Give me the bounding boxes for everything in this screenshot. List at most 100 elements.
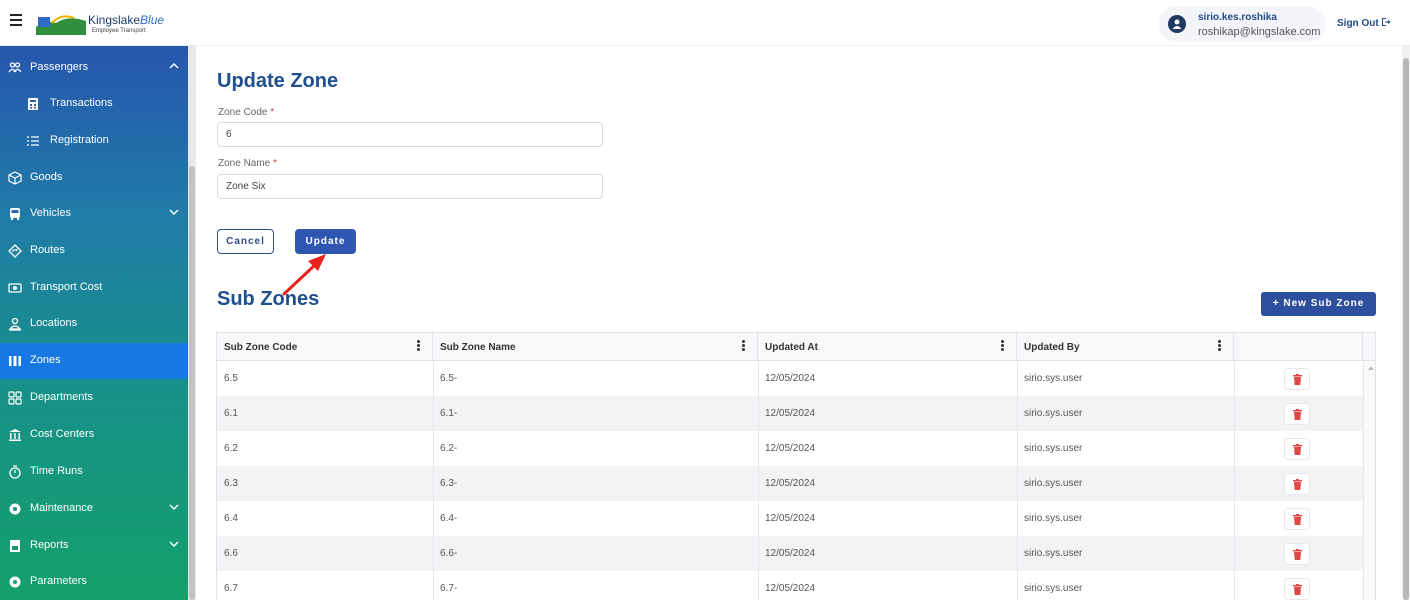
cell-updated-at: 12/05/2024 xyxy=(765,583,816,594)
sidebar-item-vehicles[interactable]: Vehicles xyxy=(0,196,188,232)
logo-text: KingslakeBlue xyxy=(88,13,165,27)
table-scrollbar[interactable] xyxy=(1363,361,1375,600)
zone-code-label: Zone Code * xyxy=(218,107,275,118)
sidebar-item-routes[interactable]: Routes xyxy=(0,233,188,269)
delete-button[interactable] xyxy=(1284,368,1310,390)
column-menu-icon[interactable] xyxy=(742,340,745,352)
sign-out-link[interactable]: Sign Out xyxy=(1337,17,1391,29)
page-scrollbar-thumb[interactable] xyxy=(1403,58,1409,600)
sidebar-item-locations[interactable]: Locations xyxy=(0,306,188,342)
sign-out-label: Sign Out xyxy=(1337,18,1379,29)
zone-code-field[interactable] xyxy=(217,122,603,147)
cell-sub-zone-name: 6.4- xyxy=(440,513,458,524)
chevron-up-icon[interactable] xyxy=(168,60,180,72)
delete-button[interactable] xyxy=(1284,403,1310,425)
sidebar-scrollbar[interactable] xyxy=(188,46,196,600)
delete-button[interactable] xyxy=(1284,578,1310,600)
trash-icon xyxy=(1293,409,1302,420)
sidebar-item-label: Passengers xyxy=(30,61,89,73)
money-icon xyxy=(8,283,22,293)
box-icon xyxy=(8,171,22,185)
sub-zones-table: Sub Zone Code Sub Zone Name Updated At U… xyxy=(216,332,1376,600)
sidebar-item-label: Vehicles xyxy=(30,207,71,219)
sidebar-item-cost-centers[interactable]: Cost Centers xyxy=(0,417,188,453)
cell-sub-zone-code: 6.2 xyxy=(224,443,238,454)
calculator-icon xyxy=(28,98,38,110)
table-row[interactable]: 6.6 6.6- 12/05/2024 sirio.sys.user xyxy=(217,536,1363,571)
table-row[interactable]: 6.5 6.5- 12/05/2024 sirio.sys.user xyxy=(217,361,1363,396)
required-mark: * xyxy=(270,107,275,118)
sidebar-item-departments[interactable]: Departments xyxy=(0,380,188,416)
table-row[interactable]: 6.2 6.2- 12/05/2024 sirio.sys.user xyxy=(217,431,1363,466)
column-header-sub-zone-name[interactable]: Sub Zone Name xyxy=(433,333,758,361)
cell-sub-zone-name: 6.5- xyxy=(440,373,458,384)
required-mark: * xyxy=(273,158,277,169)
sidebar-item-goods[interactable]: Goods xyxy=(0,160,188,196)
table-row[interactable]: 6.1 6.1- 12/05/2024 sirio.sys.user xyxy=(217,396,1363,431)
cell-updated-by: sirio.sys.user xyxy=(1024,548,1083,559)
cell-updated-at: 12/05/2024 xyxy=(765,478,816,489)
sidebar-item-zones[interactable]: Zones xyxy=(0,343,188,379)
delete-button[interactable] xyxy=(1284,473,1310,495)
sidebar-item-maintenance[interactable]: Maintenance xyxy=(0,491,188,527)
trash-icon xyxy=(1293,479,1302,490)
scroll-up-icon[interactable] xyxy=(1368,366,1374,370)
app-logo[interactable]: KingslakeBlue Employee Transport xyxy=(36,8,172,40)
sidebar-item-label: Cost Centers xyxy=(30,428,95,440)
sign-out-icon xyxy=(1382,18,1391,26)
sidebar-item-reports[interactable]: Reports xyxy=(0,528,188,564)
table-row[interactable]: 6.7 6.7- 12/05/2024 sirio.sys.user xyxy=(217,571,1363,600)
zone-name-label: Zone Name * xyxy=(218,158,277,169)
cell-sub-zone-name: 6.2- xyxy=(440,443,458,454)
column-header-updated-at[interactable]: Updated At xyxy=(758,333,1017,361)
cell-sub-zone-code: 6.4 xyxy=(224,513,238,524)
cancel-button[interactable]: Cancel xyxy=(217,229,274,254)
sidebar-item-label: Zones xyxy=(30,354,61,366)
cell-sub-zone-code: 6.5 xyxy=(224,373,238,384)
sidebar-item-label: Goods xyxy=(30,171,63,183)
column-header-updated-by[interactable]: Updated By xyxy=(1017,333,1234,361)
cell-updated-at: 12/05/2024 xyxy=(765,408,816,419)
column-menu-icon[interactable] xyxy=(1001,340,1004,352)
chevron-down-icon[interactable] xyxy=(168,206,180,218)
page-title: Update Zone xyxy=(217,70,339,92)
cell-updated-at: 12/05/2024 xyxy=(765,548,816,559)
sidebar-item-transactions[interactable]: Transactions xyxy=(0,86,188,122)
sidebar-item-label: Reports xyxy=(30,539,69,551)
user-email: roshikap@kingslake.com xyxy=(1198,26,1321,38)
trash-icon xyxy=(1293,374,1302,385)
route-icon xyxy=(8,244,22,258)
column-header-actions xyxy=(1234,333,1363,361)
column-menu-icon[interactable] xyxy=(417,340,420,352)
sub-zones-title: Sub Zones xyxy=(217,288,320,310)
sidebar-item-transport-cost[interactable]: Transport Cost xyxy=(0,270,188,306)
new-sub-zone-button[interactable]: + New Sub Zone xyxy=(1261,292,1376,316)
chevron-down-icon[interactable] xyxy=(168,501,180,513)
column-menu-icon[interactable] xyxy=(1218,340,1221,352)
sidebar-item-passengers[interactable]: Passengers xyxy=(0,50,188,86)
sidebar-scrollbar-thumb[interactable] xyxy=(189,166,195,600)
column-divider xyxy=(1234,361,1235,600)
zone-name-field[interactable] xyxy=(217,174,603,199)
chevron-down-icon[interactable] xyxy=(168,538,180,550)
delete-button[interactable] xyxy=(1284,543,1310,565)
top-header: KingslakeBlue Employee Transport sirio.k… xyxy=(0,0,1410,46)
sidebar-item-registration[interactable]: Registration xyxy=(0,123,188,159)
list-icon xyxy=(27,136,39,146)
table-row[interactable]: 6.4 6.4- 12/05/2024 sirio.sys.user xyxy=(217,501,1363,536)
user-profile-pill[interactable]: sirio.kes.roshika roshikap@kingslake.com xyxy=(1158,6,1326,42)
delete-button[interactable] xyxy=(1284,508,1310,530)
sidebar-item-parameters[interactable]: Parameters xyxy=(0,564,188,600)
hamburger-menu-icon[interactable] xyxy=(10,14,22,28)
column-header-sub-zone-code[interactable]: Sub Zone Code xyxy=(217,333,433,361)
sidebar-item-label: Departments xyxy=(30,391,93,403)
page-scrollbar[interactable] xyxy=(1402,46,1410,600)
trash-icon xyxy=(1293,514,1302,525)
cell-sub-zone-name: 6.6- xyxy=(440,548,458,559)
bus-icon xyxy=(10,208,20,220)
cell-sub-zone-code: 6.7 xyxy=(224,583,238,594)
delete-button[interactable] xyxy=(1284,438,1310,460)
table-row[interactable]: 6.3 6.3- 12/05/2024 sirio.sys.user xyxy=(217,466,1363,501)
sidebar-item-time-runs[interactable]: Time Runs xyxy=(0,454,188,490)
trash-icon xyxy=(1293,444,1302,455)
